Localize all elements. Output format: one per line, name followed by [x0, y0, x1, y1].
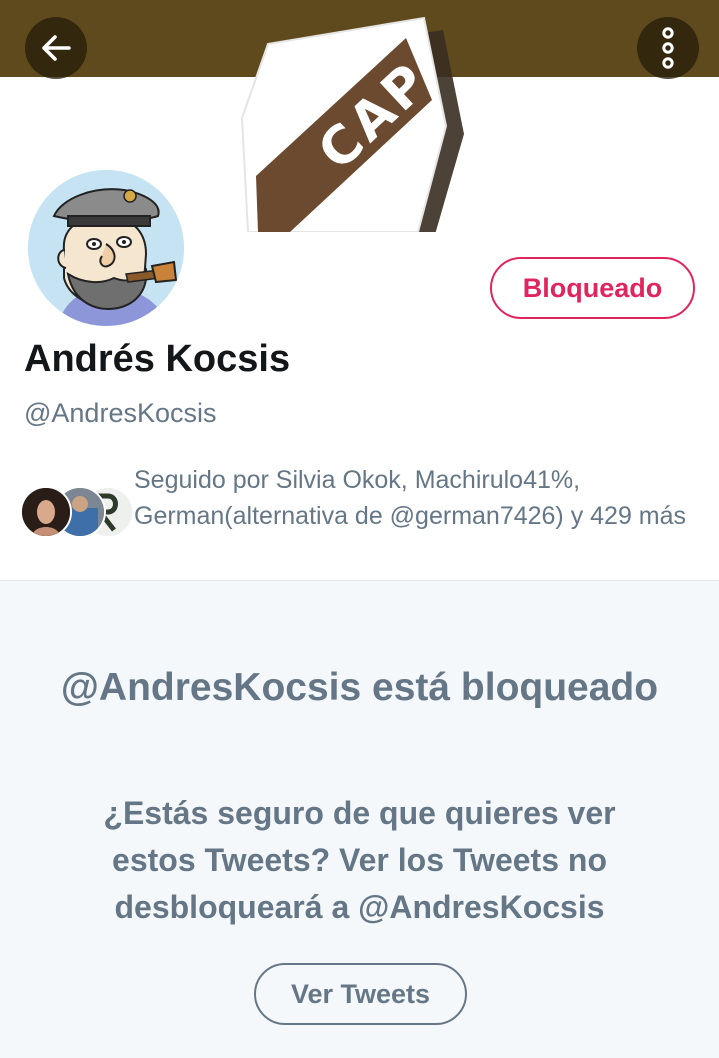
view-tweets-button[interactable]: Ver Tweets [254, 963, 467, 1025]
captain-cartoon-avatar [28, 170, 184, 326]
back-button[interactable] [25, 17, 87, 79]
more-vertical-icon [662, 27, 674, 69]
followed-by-text[interactable]: Seguido por Silvia Okok, Machirulo41%, G… [134, 462, 694, 534]
blocked-notice-title: @AndresKocsis está bloqueado [60, 666, 659, 709]
profile-display-name: Andrés Kocsis [24, 338, 291, 380]
blocked-button[interactable]: Bloqueado [490, 257, 695, 319]
follower-avatar [20, 486, 72, 538]
more-options-button[interactable] [637, 17, 699, 79]
profile-avatar[interactable] [24, 166, 188, 330]
arrow-left-icon [42, 35, 71, 61]
blocked-notice-message: ¿Estás seguro de que quieres ver estos T… [103, 795, 616, 925]
profile-handle: @AndresKocsis [24, 398, 217, 428]
club-shield-logo: CAP [240, 16, 464, 232]
followed-by-avatars[interactable] [20, 486, 134, 540]
